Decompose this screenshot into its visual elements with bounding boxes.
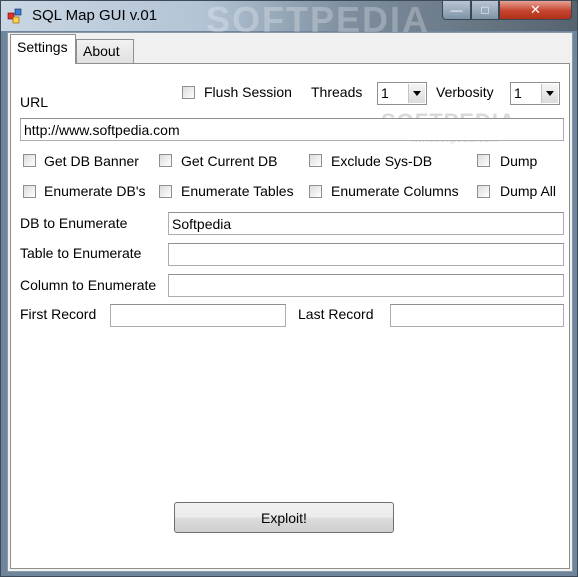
- maximize-button[interactable]: □: [471, 1, 499, 20]
- chevron-down-icon: [413, 91, 421, 96]
- column-to-enumerate-label: Column to Enumerate: [20, 277, 157, 293]
- verbosity-select[interactable]: 1: [510, 82, 560, 105]
- exploit-button[interactable]: Exploit!: [174, 502, 394, 533]
- app-icon: [7, 8, 22, 24]
- title-bar[interactable]: SQL Map GUI v.01 SOFTPEDIA — □ ✕: [1, 0, 577, 40]
- flush-session-checkbox[interactable]: [182, 86, 195, 99]
- exclude-sys-db-label: Exclude Sys-DB: [331, 153, 433, 169]
- column-to-enumerate-input[interactable]: [168, 274, 564, 297]
- enumerate-dbs-checkbox[interactable]: [23, 185, 36, 198]
- get-db-banner-label: Get DB Banner: [44, 153, 139, 169]
- table-to-enumerate-input[interactable]: [168, 243, 564, 266]
- settings-panel: SOFTPEDIA www.softpedia.com Flush Sessio…: [10, 63, 570, 569]
- db-to-enumerate-input[interactable]: [168, 212, 564, 235]
- get-current-db-checkbox[interactable]: [159, 154, 172, 167]
- enumerate-columns-label: Enumerate Columns: [331, 183, 459, 199]
- minimize-button[interactable]: —: [442, 1, 471, 20]
- db-to-enumerate-label: DB to Enumerate: [20, 215, 128, 231]
- flush-session-label: Flush Session: [204, 84, 292, 100]
- chevron-down-icon: [546, 91, 554, 96]
- last-record-input[interactable]: [390, 304, 564, 327]
- maximize-icon: □: [481, 3, 489, 17]
- client-area: Settings About SOFTPEDIA www.softpedia.c…: [7, 32, 573, 572]
- threads-select[interactable]: 1: [377, 82, 427, 105]
- enumerate-dbs-label: Enumerate DB's: [44, 183, 146, 199]
- tab-settings[interactable]: Settings: [10, 34, 76, 64]
- verbosity-dropdown-button[interactable]: [541, 84, 558, 103]
- url-label: URL: [20, 94, 49, 110]
- dump-label: Dump: [500, 153, 538, 169]
- threads-dropdown-button[interactable]: [408, 84, 425, 103]
- first-record-input[interactable]: [110, 304, 286, 327]
- get-db-banner-checkbox[interactable]: [23, 154, 36, 167]
- dump-checkbox[interactable]: [477, 154, 490, 167]
- threads-label: Threads: [311, 84, 363, 100]
- dump-all-label: Dump All: [500, 183, 557, 199]
- close-button[interactable]: ✕: [499, 1, 572, 20]
- window-title: SQL Map GUI v.01: [32, 7, 158, 24]
- app-window: SQL Map GUI v.01 SOFTPEDIA — □ ✕ Setting…: [0, 0, 578, 577]
- threads-value: 1: [381, 85, 389, 101]
- tab-about[interactable]: About: [76, 39, 134, 63]
- url-input[interactable]: [20, 118, 564, 141]
- dump-all-checkbox[interactable]: [477, 185, 490, 198]
- table-to-enumerate-label: Table to Enumerate: [20, 245, 142, 261]
- close-icon: ✕: [530, 2, 541, 17]
- minimize-icon: —: [450, 3, 463, 17]
- first-record-label: First Record: [20, 306, 97, 322]
- verbosity-label: Verbosity: [436, 84, 494, 100]
- verbosity-value: 1: [514, 85, 522, 101]
- last-record-label: Last Record: [298, 306, 374, 322]
- get-current-db-label: Get Current DB: [181, 153, 278, 169]
- exclude-sys-db-checkbox[interactable]: [309, 154, 322, 167]
- enumerate-tables-label: Enumerate Tables: [181, 183, 294, 199]
- enumerate-tables-checkbox[interactable]: [159, 185, 172, 198]
- enumerate-columns-checkbox[interactable]: [309, 185, 322, 198]
